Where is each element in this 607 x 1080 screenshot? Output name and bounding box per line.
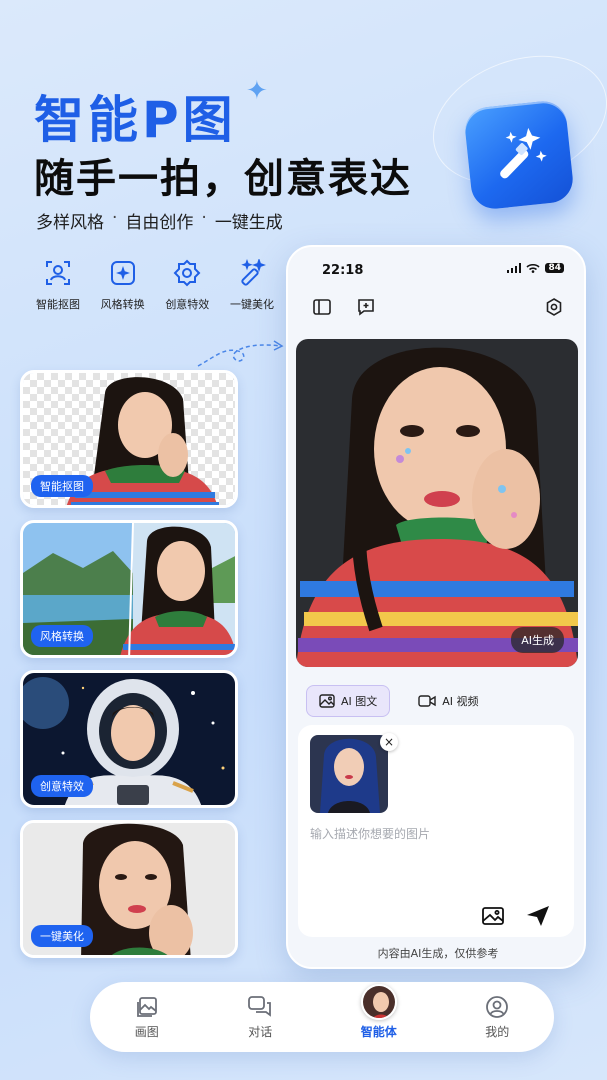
- reference-thumbnail[interactable]: [310, 735, 388, 813]
- image-icon: [319, 694, 335, 708]
- image-upload-icon[interactable]: [482, 907, 504, 925]
- sidebar-icon[interactable]: [312, 297, 332, 317]
- sample-badge: 一键美化: [31, 925, 93, 947]
- app-logo: [462, 98, 576, 212]
- nav-item-agent[interactable]: 智能体: [360, 984, 397, 1040]
- ai-generated-badge: AI生成: [511, 627, 564, 653]
- feature-label: 风格转换: [100, 298, 145, 311]
- feature-label: 一键美化: [229, 298, 274, 311]
- status-icons: 84: [507, 263, 564, 273]
- chat-icon: [247, 994, 273, 1020]
- nav-label: 智能体: [360, 1025, 397, 1039]
- settings-icon[interactable]: [544, 297, 564, 317]
- feature-cutout[interactable]: 智能抠图: [26, 258, 90, 312]
- portrait-image: [296, 339, 578, 667]
- prompt-placeholder[interactable]: 输入描述你想要的图片: [310, 825, 430, 842]
- ai-disclaimer: 内容由AI生成，仅供参考: [377, 947, 499, 960]
- status-time: 22:18: [322, 263, 364, 278]
- gallery-icon: [134, 994, 160, 1020]
- nav-label: 画图: [134, 1025, 159, 1039]
- remove-thumbnail-button[interactable]: ×: [380, 733, 398, 751]
- battery-indicator: 84: [545, 263, 564, 273]
- wifi-icon: [526, 263, 541, 273]
- nav-item-mine[interactable]: 我的: [484, 994, 510, 1040]
- sample-style[interactable]: 风格转换: [20, 520, 238, 658]
- signal-icon: [507, 263, 522, 273]
- magic-wand-icon: [237, 258, 267, 288]
- feature-label: 智能抠图: [36, 298, 80, 311]
- send-icon[interactable]: [526, 905, 550, 927]
- nav-item-chat[interactable]: 对话: [247, 994, 273, 1040]
- gear-effect-icon: [172, 258, 202, 288]
- tab-ai-image-text[interactable]: AI 图文: [306, 685, 391, 717]
- dashed-arrow-icon: [197, 340, 284, 367]
- hero-tag: 自由创作: [125, 213, 194, 233]
- sparkle-icon: ✦: [246, 76, 268, 106]
- nav-item-draw[interactable]: 画图: [134, 994, 160, 1040]
- hero-tag: 一键生成: [214, 213, 283, 233]
- new-chat-icon[interactable]: [356, 297, 376, 317]
- video-icon: [418, 695, 436, 707]
- sample-badge: 风格转换: [31, 625, 93, 647]
- feature-style[interactable]: 风格转换: [91, 258, 155, 312]
- agent-avatar: [360, 984, 397, 1020]
- profile-icon: [484, 994, 510, 1020]
- feature-row: 智能抠图 风格转换 创意特效 一键美化: [26, 258, 284, 312]
- generated-photo[interactable]: AI生成: [296, 339, 578, 667]
- hero-tags: 多样风格 · 自由创作 · 一键生成: [36, 208, 283, 233]
- prompt-input-card[interactable]: × 输入描述你想要的图片: [298, 725, 574, 937]
- sparkle-frame-icon: [108, 258, 138, 288]
- tab-ai-video[interactable]: AI 视频: [406, 685, 490, 717]
- phone-mockup: 22:18 84 AI生成 AI 图文 AI 视频 × 输入描述你想要的图片 内…: [286, 245, 586, 969]
- hero-title: 智能P图: [34, 91, 237, 149]
- nav-label: 对话: [248, 1025, 273, 1039]
- portrait-image: [310, 735, 388, 813]
- bottom-nav: 画图 对话 智能体 我的: [90, 982, 554, 1052]
- sample-beautify[interactable]: 一键美化: [20, 820, 238, 958]
- sample-cutout[interactable]: 智能抠图: [20, 370, 238, 508]
- tab-label: AI 图文: [341, 695, 378, 708]
- tab-label: AI 视频: [442, 695, 479, 708]
- sample-badge: 智能抠图: [31, 475, 93, 497]
- tag-separator: ·: [201, 208, 207, 228]
- feature-effect[interactable]: 创意特效: [155, 258, 219, 312]
- mode-tabs: AI 图文 AI 视频: [306, 685, 491, 717]
- hero-tag: 多样风格: [36, 213, 104, 233]
- magic-wand-icon: [500, 127, 547, 179]
- nav-label: 我的: [485, 1025, 510, 1039]
- feature-label: 创意特效: [165, 298, 210, 311]
- hero-subtitle: 随手一拍，创意表达: [34, 156, 412, 202]
- sample-effect[interactable]: 创意特效: [20, 670, 238, 808]
- sample-badge: 创意特效: [31, 775, 93, 797]
- portrait-cutout-icon: [43, 258, 73, 288]
- tag-separator: ·: [112, 208, 118, 228]
- feature-beautify[interactable]: 一键美化: [220, 258, 284, 312]
